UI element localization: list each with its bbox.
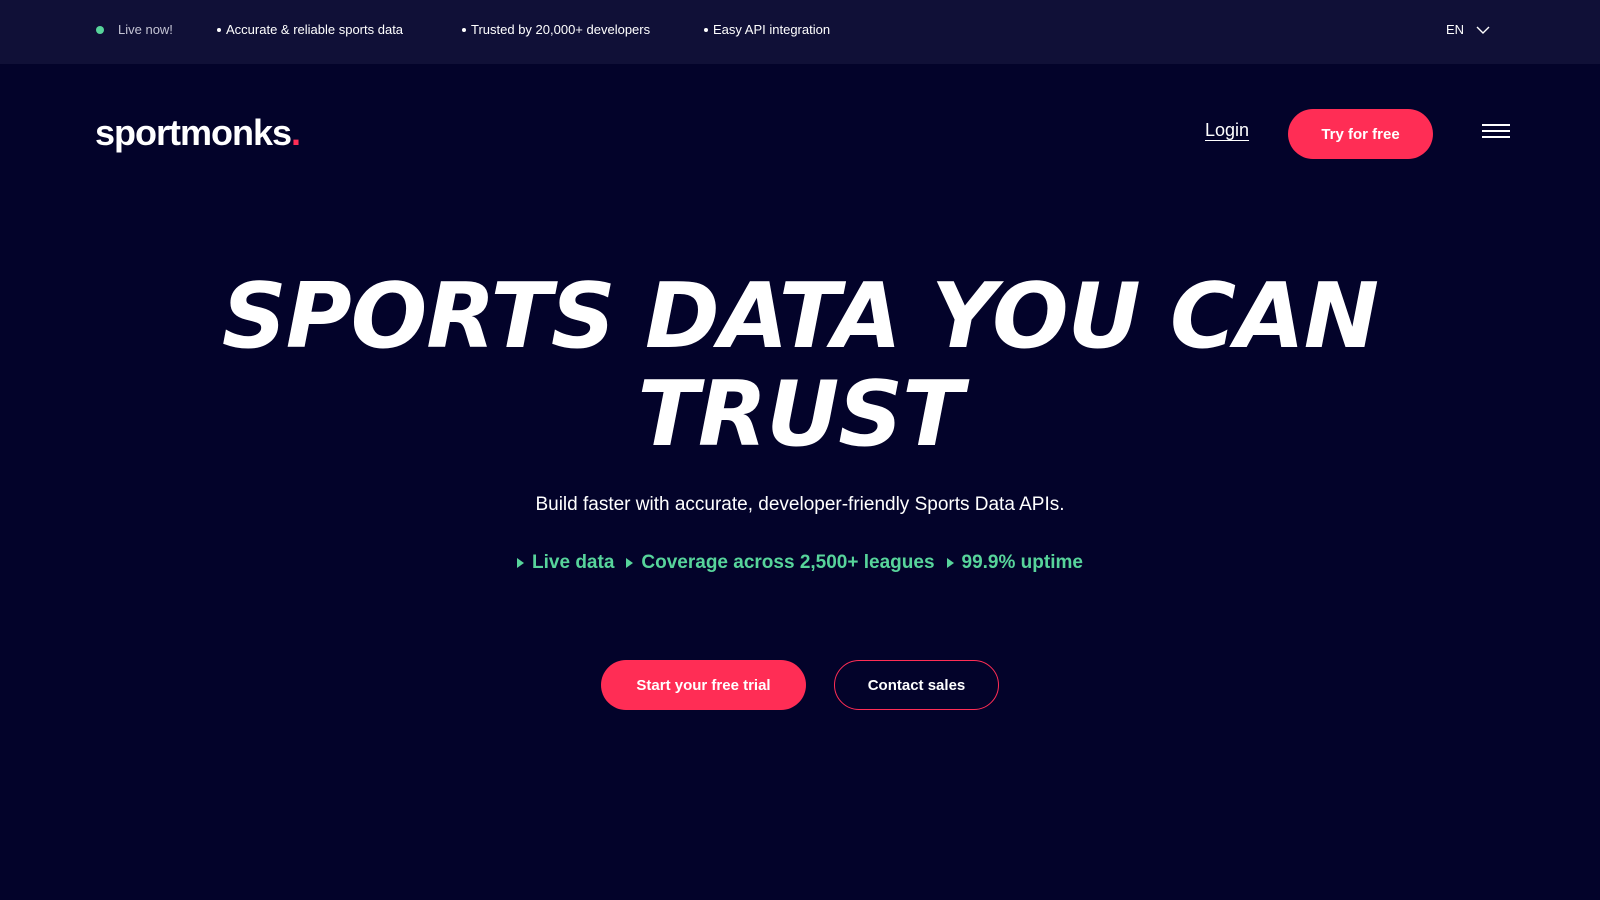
announcement-bar: Live now! Accurate & reliable sports dat… <box>0 0 1600 64</box>
bullet-icon <box>462 27 466 32</box>
start-free-trial-label: Start your free trial <box>636 676 771 694</box>
highlight-label: 99.9% uptime <box>961 552 1083 573</box>
topbar-feature-label: Accurate & reliable sports data <box>226 22 404 37</box>
language-label: EN <box>1445 22 1464 37</box>
live-dot-icon <box>96 25 104 34</box>
hero-title: SPORTS DATA YOU CAN TRUST <box>0 268 1600 464</box>
logo-text: sportmonks <box>95 112 292 153</box>
topbar-feature-label: Trusted by 20,000+ developers <box>471 22 651 37</box>
triangle-right-icon <box>626 558 634 568</box>
highlight-label: Live data <box>532 552 615 573</box>
contact-sales-button[interactable]: Contact sales <box>834 660 999 710</box>
hero-subtitle: Build faster with accurate, developer-fr… <box>535 494 1065 515</box>
triangle-right-icon <box>517 558 525 568</box>
highlight-label: Coverage across 2,500+ leagues <box>641 552 935 573</box>
bullet-icon <box>217 27 221 32</box>
highlight-item: Live data <box>517 552 614 574</box>
hamburger-menu-icon[interactable] <box>1482 124 1510 140</box>
highlight-item: 99.9% uptime <box>946 552 1083 574</box>
topbar-feature: Accurate & reliable sports data <box>217 22 403 37</box>
live-label: Live now! <box>118 22 173 37</box>
try-for-free-button[interactable]: Try for free <box>1288 109 1433 159</box>
triangle-right-icon <box>946 558 954 568</box>
start-free-trial-button[interactable]: Start your free trial <box>601 660 806 710</box>
topbar-feature: Trusted by 20,000+ developers <box>462 22 650 37</box>
live-indicator: Live now! <box>96 22 173 37</box>
hero-highlights: Live data Coverage across 2,500+ leagues… <box>0 552 1600 574</box>
topbar-feature: Easy API integration <box>704 22 830 37</box>
site-logo[interactable]: sportmonks. <box>95 112 301 154</box>
chevron-down-icon <box>1476 26 1490 34</box>
language-selector[interactable]: EN <box>1446 22 1490 37</box>
hero-title-line-1: SPORTS DATA YOU CAN <box>221 264 1379 369</box>
highlight-item: Coverage across 2,500+ leagues <box>626 552 935 574</box>
topbar-feature-label: Easy API integration <box>713 22 831 37</box>
hero-title-line-2: TRUST <box>637 362 964 467</box>
logo-dot: . <box>291 112 301 153</box>
try-for-free-label: Try for free <box>1321 125 1400 143</box>
login-link[interactable]: Login <box>1205 120 1249 141</box>
contact-sales-label: Contact sales <box>867 676 966 694</box>
bullet-icon <box>704 27 708 32</box>
